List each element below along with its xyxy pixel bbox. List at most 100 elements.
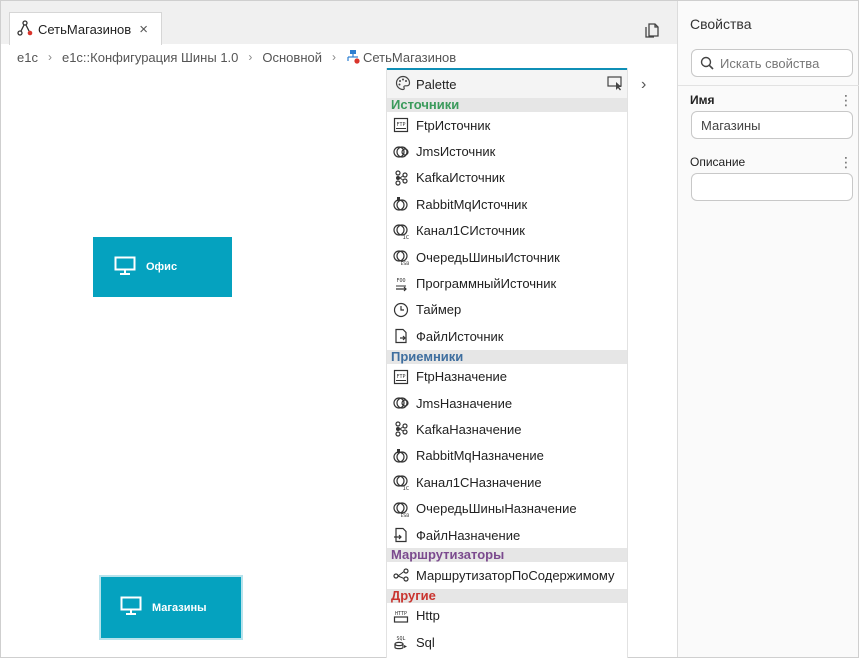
- http-icon: HTTP: [392, 607, 410, 625]
- palette-item[interactable]: ФайлИсточник: [387, 323, 627, 349]
- diagram-icon: [17, 19, 33, 39]
- divider: [678, 85, 859, 86]
- channel-1c-icon: 1C: [392, 473, 410, 491]
- palette-item[interactable]: FTP FtpНазначение: [387, 364, 627, 390]
- program-source-icon: FOO: [392, 275, 410, 293]
- palette-group-header[interactable]: Маршрутизаторы: [387, 548, 627, 563]
- node-office[interactable]: Офис: [93, 237, 232, 297]
- name-field[interactable]: [691, 111, 853, 139]
- palette-group-header[interactable]: Приемники: [387, 349, 627, 364]
- field-label-name: Имя: [690, 93, 715, 107]
- palette-item[interactable]: ESB ОчередьШиныИсточник: [387, 244, 627, 270]
- svg-text:1C: 1C: [403, 235, 409, 239]
- svg-text:HTTP: HTTP: [395, 611, 407, 617]
- palette-item-label: ОчередьШиныИсточник: [416, 249, 560, 265]
- search-input[interactable]: [720, 55, 845, 71]
- palette-item[interactable]: Таймер: [387, 297, 627, 323]
- field-label-description: Описание: [690, 155, 746, 169]
- palette-item[interactable]: 1C Канал1СИсточник: [387, 218, 627, 244]
- palette-item-label: ОчередьШиныНазначение: [416, 501, 577, 517]
- ftp-icon: FTP: [392, 116, 410, 134]
- palette-item-label: ФайлИсточник: [416, 328, 504, 344]
- jms-icon: [392, 394, 410, 412]
- palette-group-header[interactable]: Источники: [387, 98, 627, 112]
- palette-item-label: JmsИсточник: [416, 144, 496, 160]
- palette-item[interactable]: KafkaИсточник: [387, 165, 627, 191]
- description-field[interactable]: [691, 173, 853, 201]
- palette-item[interactable]: KafkaНазначение: [387, 416, 627, 442]
- tab-strip: СетьМагазинов ×: [1, 1, 677, 45]
- palette-item-label: ПрограммныйИсточник: [416, 276, 557, 292]
- palette-item[interactable]: FOO ПрограммныйИсточник: [387, 270, 627, 296]
- svg-text:FTP: FTP: [396, 122, 405, 128]
- palette-item-label: Таймер: [416, 302, 462, 318]
- palette-item-label: МаршрутизаторПоСодержимому: [416, 567, 615, 583]
- svg-text:FOO: FOO: [396, 278, 405, 284]
- tab-label: СетьМагазинов: [38, 21, 132, 37]
- rabbitmq-icon: [392, 195, 410, 213]
- node-shops[interactable]: Магазины: [99, 575, 243, 640]
- palette-item-label: FtpНазначение: [416, 369, 508, 385]
- palette-item-label: Канал1СИсточник: [416, 223, 525, 239]
- palette-item-label: RabbitMqИсточник: [416, 196, 528, 212]
- network-icon: [347, 50, 360, 64]
- palette-item[interactable]: JmsНазначение: [387, 390, 627, 416]
- ftp-icon: FTP: [392, 368, 410, 386]
- breadcrumb-current[interactable]: СетьМагазинов: [346, 50, 456, 65]
- chevron-right-icon[interactable]: ›: [641, 76, 646, 94]
- breadcrumb-item[interactable]: Основной: [262, 50, 322, 65]
- palette-item-label: RabbitMqНазначение: [416, 448, 544, 464]
- content-router-icon: [392, 566, 410, 584]
- palette-item[interactable]: ФайлНазначение: [387, 522, 627, 548]
- esb-queue-icon: ESB: [392, 248, 410, 266]
- palette-list: Источники FTP FtpИсточник JmsИсточник KafkaИ…: [387, 98, 627, 655]
- palette-item[interactable]: МаршрутизаторПоСодержимому: [387, 562, 627, 588]
- palette-panel: Palette Источники FTP FtpИсточник JmsИсточн…: [386, 68, 628, 658]
- palette-item[interactable]: JmsИсточник: [387, 138, 627, 164]
- palette-item-label: FtpИсточник: [416, 117, 491, 133]
- palette-item[interactable]: HTTP Http: [387, 603, 627, 629]
- kafka-icon: [392, 169, 410, 187]
- palette-item-label: KafkaИсточник: [416, 170, 505, 186]
- palette-item[interactable]: SQL Sql: [387, 629, 627, 655]
- node-label: Магазины: [152, 601, 207, 614]
- palette-icon: [395, 75, 411, 94]
- palette-item-label: Sql: [416, 634, 435, 650]
- breadcrumb-separator: ›: [47, 50, 52, 64]
- breadcrumb-current-label: СетьМагазинов: [363, 49, 457, 65]
- breadcrumb-item[interactable]: e1c: [17, 50, 38, 65]
- monitor-icon: [120, 596, 142, 619]
- sql-icon: SQL: [392, 633, 410, 651]
- palette-item[interactable]: FTP FtpИсточник: [387, 112, 627, 138]
- copy-document-icon[interactable]: [642, 20, 662, 40]
- select-cursor-icon[interactable]: [607, 75, 623, 94]
- properties-title: Свойства: [690, 16, 752, 32]
- close-icon[interactable]: ×: [139, 22, 148, 37]
- file-target-icon: [392, 526, 410, 544]
- palette-item-label: Http: [416, 608, 440, 624]
- more-vert-icon[interactable]: ⋮: [839, 155, 853, 169]
- tab-network[interactable]: СетьМагазинов ×: [9, 12, 162, 45]
- palette-item[interactable]: 1C Канал1СНазначение: [387, 469, 627, 495]
- file-source-icon: [392, 327, 410, 345]
- properties-search[interactable]: [691, 49, 853, 77]
- breadcrumb-item[interactable]: e1c::Конфигурация Шины 1.0: [62, 50, 238, 65]
- more-vert-icon[interactable]: ⋮: [839, 93, 853, 107]
- svg-text:SQL: SQL: [396, 636, 405, 642]
- palette-item[interactable]: RabbitMqНазначение: [387, 443, 627, 469]
- palette-title: Palette: [416, 76, 457, 92]
- rabbitmq-icon: [392, 447, 410, 465]
- palette-header: Palette: [387, 68, 627, 98]
- search-icon: [700, 56, 714, 70]
- breadcrumb: e1c › e1c::Конфигурация Шины 1.0 › Основ…: [17, 48, 456, 66]
- breadcrumb-separator: ›: [332, 50, 336, 64]
- palette-item[interactable]: RabbitMqИсточник: [387, 191, 627, 217]
- channel-1c-icon: 1C: [392, 222, 410, 240]
- palette-group-header[interactable]: Другие: [387, 588, 627, 603]
- palette-item[interactable]: ESB ОчередьШиныНазначение: [387, 495, 627, 521]
- palette-item-label: ФайлНазначение: [416, 527, 521, 543]
- svg-text:1C: 1C: [403, 486, 409, 490]
- kafka-icon: [392, 420, 410, 438]
- svg-text:ESB: ESB: [401, 261, 409, 265]
- esb-queue-icon: ESB: [392, 500, 410, 518]
